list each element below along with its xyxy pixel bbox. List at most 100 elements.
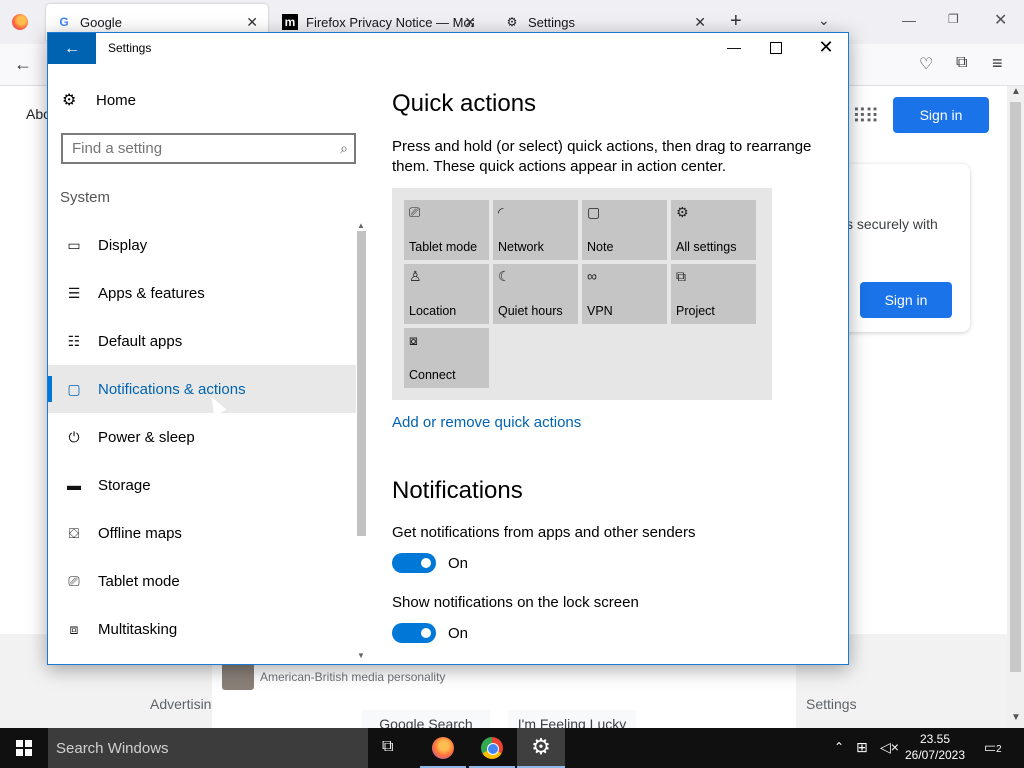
sidebar-item-apps-features[interactable]: ☰ Apps & features bbox=[48, 269, 356, 317]
sidebar-item-label: Default apps bbox=[98, 332, 183, 350]
add-remove-quick-actions-link[interactable]: Add or remove quick actions bbox=[392, 414, 581, 431]
tablet-mode-icon: ⎚ bbox=[409, 204, 421, 220]
page-scrollbar[interactable]: ▲ ▼ bbox=[1007, 86, 1024, 728]
advertising-link[interactable]: Advertisin bbox=[150, 696, 211, 712]
sidebar-item-label: Tablet mode bbox=[98, 572, 180, 590]
settings-link[interactable]: Settings bbox=[806, 696, 857, 712]
settings-content: Quick actions Press and hold (or select)… bbox=[392, 64, 842, 664]
sidebar-nav: ▭ Display ☰ Apps & features ☷ Default ap… bbox=[48, 221, 356, 653]
minimize-icon[interactable]: — bbox=[724, 39, 744, 55]
vpn-icon: ∞ bbox=[587, 268, 597, 284]
scroll-thumb[interactable] bbox=[1010, 102, 1021, 672]
tile-label: All settings bbox=[676, 240, 737, 254]
tile-label: Note bbox=[587, 240, 614, 254]
power-icon: ⏻ bbox=[68, 428, 80, 445]
scroll-thumb[interactable] bbox=[357, 231, 366, 536]
hamburger-menu-icon[interactable]: ≡ bbox=[992, 53, 1003, 74]
tab-title: Settings bbox=[528, 14, 575, 30]
scroll-up-icon[interactable]: ▲ bbox=[357, 221, 365, 230]
scroll-down-icon[interactable]: ▼ bbox=[357, 651, 365, 660]
notif-apps-toggle[interactable] bbox=[392, 553, 436, 573]
tile-label: VPN bbox=[587, 304, 613, 318]
minimize-icon[interactable]: — bbox=[902, 12, 916, 28]
volume-muted-icon[interactable]: ◁× bbox=[880, 739, 899, 756]
suggestion-desc: American-British media personality bbox=[260, 670, 446, 684]
pocket-icon[interactable]: ♡ bbox=[919, 54, 933, 74]
quick-action-quiet-hours[interactable]: ☾ Quiet hours bbox=[493, 264, 578, 324]
scroll-up-icon[interactable]: ▲ bbox=[1011, 86, 1021, 97]
close-icon[interactable]: ✕ bbox=[816, 37, 836, 58]
settings-sidebar: ⚙ Home ⌕ System ▭ Display ☰ Apps & featu… bbox=[48, 64, 370, 664]
notification-count: 2 bbox=[995, 744, 1003, 755]
gear-icon: ⚙ bbox=[676, 204, 689, 220]
map-icon: ⛋ bbox=[68, 524, 80, 541]
firefox-icon bbox=[12, 14, 28, 30]
tile-label: Network bbox=[498, 240, 544, 254]
google-icon: G bbox=[59, 15, 69, 29]
quick-action-location[interactable]: ♙ Location bbox=[404, 264, 489, 324]
notif-apps-label: Get notifications from apps and other se… bbox=[392, 524, 696, 541]
close-icon[interactable]: ✕ bbox=[994, 10, 1007, 30]
chevron-down-icon[interactable]: ⌄ bbox=[818, 12, 830, 29]
note-icon: ▢ bbox=[587, 204, 601, 220]
sidebar-item-tablet-mode[interactable]: ⎚ Tablet mode bbox=[48, 557, 356, 605]
quick-action-note[interactable]: ▢ Note bbox=[582, 200, 667, 260]
moon-icon: ☾ bbox=[498, 268, 511, 284]
clock[interactable]: 23.55 26/07/2023 bbox=[902, 731, 968, 763]
card-sign-in-button[interactable]: Sign in bbox=[860, 282, 952, 318]
notif-lock-toggle[interactable] bbox=[392, 623, 436, 643]
restore-icon[interactable]: ❐ bbox=[948, 12, 959, 26]
quick-action-all-settings[interactable]: ⚙ All settings bbox=[671, 200, 756, 260]
scroll-down-icon[interactable]: ▼ bbox=[1011, 712, 1021, 723]
home-nav[interactable]: ⚙ Home bbox=[62, 90, 136, 110]
windows-logo-icon bbox=[16, 740, 32, 756]
quick-action-network[interactable]: ◜ Network bbox=[493, 200, 578, 260]
taskbar-search[interactable]: Search Windows bbox=[48, 728, 368, 768]
gear-icon: ⚙ bbox=[506, 15, 518, 29]
sidebar-item-default-apps[interactable]: ☷ Default apps bbox=[48, 317, 356, 365]
sidebar-scrollbar[interactable]: ▲ ▼ bbox=[356, 221, 368, 661]
tile-label: Location bbox=[409, 304, 457, 318]
firefox-icon[interactable] bbox=[432, 737, 454, 759]
back-button[interactable]: ← bbox=[48, 33, 96, 64]
quick-action-connect[interactable]: ⧇ Connect bbox=[404, 328, 489, 388]
list-icon: ☰ bbox=[67, 284, 81, 301]
sidebar-item-offline-maps[interactable]: ⛋ Offline maps bbox=[48, 509, 356, 557]
settings-taskbar-button[interactable]: ⚙ bbox=[517, 728, 565, 768]
close-icon[interactable]: ✕ bbox=[464, 14, 476, 31]
tile-label: Tablet mode bbox=[409, 240, 478, 254]
time: 23.55 bbox=[919, 732, 951, 746]
start-button[interactable] bbox=[0, 728, 48, 768]
sidebar-item-storage[interactable]: ▬ Storage bbox=[48, 461, 356, 509]
sign-in-button[interactable]: Sign in bbox=[893, 97, 989, 133]
tile-label: Connect bbox=[409, 368, 456, 382]
close-icon[interactable]: ✕ bbox=[246, 14, 258, 31]
search-input[interactable] bbox=[63, 135, 354, 162]
search-icon[interactable]: ⌕ bbox=[340, 140, 348, 157]
chrome-icon[interactable] bbox=[481, 737, 503, 759]
quick-action-vpn[interactable]: ∞ VPN bbox=[582, 264, 667, 324]
apps-grid-icon[interactable]: ⠿⠿ bbox=[852, 104, 879, 129]
back-arrow-icon[interactable]: ← bbox=[14, 54, 32, 75]
quick-action-tablet-mode[interactable]: ⎚ Tablet mode bbox=[404, 200, 489, 260]
task-view-icon[interactable]: ⧉ bbox=[382, 738, 402, 756]
connect-icon: ⧇ bbox=[409, 332, 418, 348]
sidebar-item-label: Notifications & actions bbox=[98, 380, 246, 398]
chevron-up-icon[interactable]: ⌃ bbox=[834, 740, 844, 754]
sidebar-item-label: Offline maps bbox=[98, 524, 182, 542]
close-icon[interactable]: ✕ bbox=[694, 14, 706, 31]
sidebar-item-display[interactable]: ▭ Display bbox=[48, 221, 356, 269]
sidebar-item-label: Multitasking bbox=[98, 620, 178, 638]
maximize-icon[interactable] bbox=[770, 42, 782, 54]
extensions-icon[interactable]: ⧉ bbox=[956, 54, 967, 72]
toggle-state: On bbox=[448, 624, 469, 642]
window-title: Settings bbox=[108, 41, 152, 55]
tile-label: Quiet hours bbox=[498, 304, 563, 318]
settings-search[interactable]: ⌕ bbox=[61, 133, 356, 164]
sidebar-item-multitasking[interactable]: ⧈ Multitasking bbox=[48, 605, 356, 653]
quick-action-project[interactable]: ⧉ Project bbox=[671, 264, 756, 324]
network-icon[interactable]: ⊞ bbox=[856, 739, 868, 756]
sidebar-item-power-sleep[interactable]: ⏻ Power & sleep bbox=[48, 413, 356, 461]
new-tab-icon[interactable]: + bbox=[730, 10, 742, 32]
sidebar-item-notifications[interactable]: ▢ Notifications & actions bbox=[48, 365, 356, 413]
